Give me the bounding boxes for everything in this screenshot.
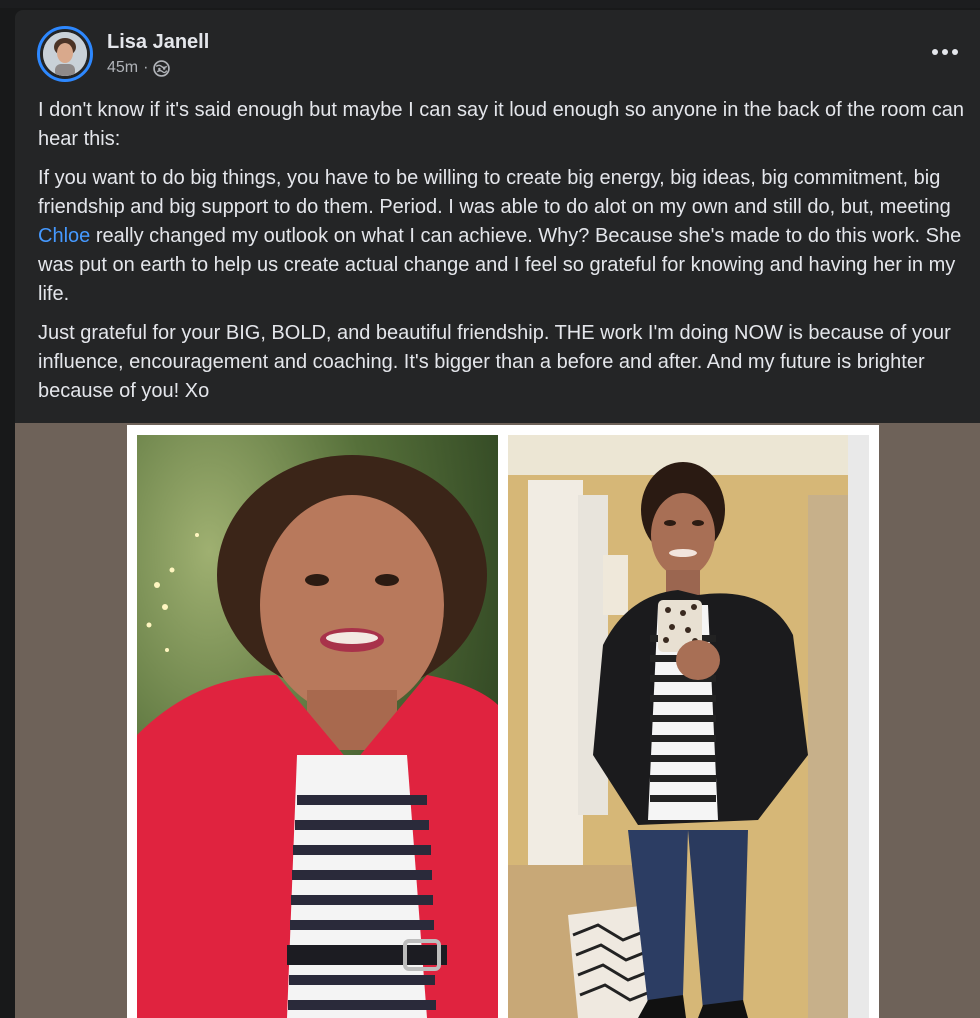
post-card: Lisa Janell 45m · I don't know if it's s…: [15, 10, 980, 1018]
post-meta: 45m ·: [107, 59, 171, 77]
post-media[interactable]: [15, 423, 980, 1018]
more-dots-icon: [952, 49, 958, 55]
post-paragraph-1: I don't know if it's said enough but may…: [38, 99, 964, 150]
more-dots-icon: [932, 49, 938, 55]
meta-separator: ·: [143, 59, 149, 76]
post-paragraph-2: If you want to do big things, you have t…: [38, 164, 968, 309]
after-photo[interactable]: [508, 435, 869, 1018]
paragraph-2-text-end: really changed my outlook on what I can …: [38, 225, 962, 305]
photo-collage[interactable]: [127, 425, 879, 1018]
post-header: Lisa Janell 45m ·: [15, 10, 980, 92]
post-time[interactable]: 45m: [107, 59, 138, 77]
more-options-button[interactable]: [928, 38, 962, 66]
paragraph-2-text-start: If you want to do big things, you have t…: [38, 167, 951, 218]
author-name[interactable]: Lisa Janell: [107, 31, 209, 54]
author-avatar[interactable]: [37, 26, 93, 82]
post-message: I don't know if it's said enough but may…: [38, 96, 968, 416]
avatar-image: [43, 32, 87, 76]
mention-link-chloe[interactable]: Chloe: [38, 225, 90, 247]
top-strip: [0, 0, 980, 8]
post-paragraph-3: Just grateful for your BIG, BOLD, and be…: [38, 322, 951, 402]
more-dots-icon: [942, 49, 948, 55]
globe-icon: [153, 59, 171, 77]
before-photo[interactable]: [137, 435, 498, 1018]
